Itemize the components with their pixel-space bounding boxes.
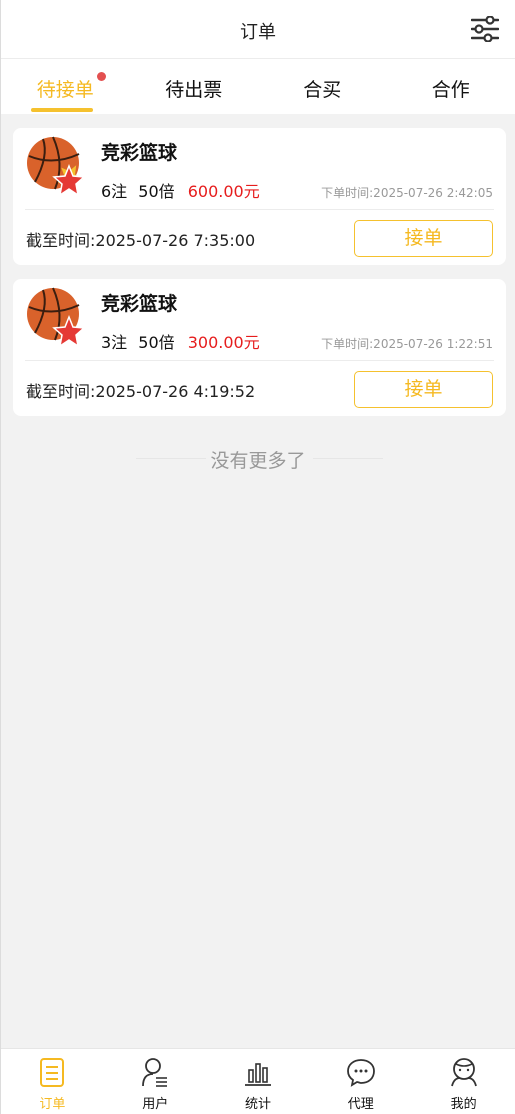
tab-label: 待接单 bbox=[36, 79, 94, 101]
order-icon bbox=[40, 1058, 65, 1087]
tab-label: 合作 bbox=[431, 79, 470, 101]
notification-dot bbox=[97, 72, 106, 81]
nav-item-mine[interactable]: 我的 bbox=[412, 1049, 515, 1114]
accept-order-button[interactable]: 接单 bbox=[354, 220, 493, 257]
tab-cooperation[interactable]: 合作 bbox=[387, 59, 515, 114]
nav-label: 订单 bbox=[39, 1097, 66, 1112]
lottery-name: 竞彩篮球 bbox=[101, 142, 178, 164]
basketball-logo-icon bbox=[27, 136, 86, 197]
multiplier: 50倍 bbox=[138, 182, 175, 201]
order-time: 下单时间:2025-07-26 1:22:51 bbox=[321, 337, 493, 351]
user-icon bbox=[142, 1058, 168, 1087]
order-summary: 6注 50倍 600.00元 bbox=[101, 178, 260, 202]
deadline-time: 截至时间:2025-07-26 7:35:00 bbox=[26, 231, 256, 250]
order-amount: 600.00元 bbox=[187, 182, 260, 201]
lottery-name: 竞彩篮球 bbox=[101, 293, 178, 315]
order-card[interactable]: 竞彩篮球 3注 50倍 300.00元 下单时间:2025-07-26 1:22… bbox=[13, 279, 506, 416]
basketball-logo-icon bbox=[27, 287, 86, 348]
order-amount: 300.00元 bbox=[187, 333, 260, 352]
nav-label: 我的 bbox=[450, 1097, 477, 1112]
order-tabs: 待接单 待出票 合买 合作 bbox=[1, 59, 515, 114]
nav-item-stats[interactable]: 统计 bbox=[207, 1049, 310, 1114]
tab-pending-ticket[interactable]: 待出票 bbox=[130, 59, 259, 114]
tab-pending-accept[interactable]: 待接单 bbox=[1, 59, 130, 114]
accept-order-button[interactable]: 接单 bbox=[354, 371, 493, 408]
divider bbox=[25, 209, 494, 210]
top-bar: 订单 bbox=[1, 0, 515, 59]
tab-label: 合买 bbox=[303, 79, 342, 101]
order-card[interactable]: 竞彩篮球 6注 50倍 600.00元 下单时间:2025-07-26 2:42… bbox=[13, 128, 506, 265]
page-title: 订单 bbox=[240, 22, 276, 43]
order-time: 下单时间:2025-07-26 2:42:05 bbox=[321, 186, 493, 200]
no-more-text: 没有更多了 bbox=[210, 450, 306, 472]
nav-item-users[interactable]: 用户 bbox=[104, 1049, 207, 1114]
chat-icon bbox=[346, 1059, 375, 1087]
nav-label: 统计 bbox=[244, 1097, 271, 1112]
deadline-time: 截至时间:2025-07-26 4:19:52 bbox=[26, 382, 256, 401]
tab-group-buy[interactable]: 合买 bbox=[258, 59, 387, 114]
tab-label: 待出票 bbox=[165, 79, 223, 101]
stats-icon bbox=[244, 1063, 271, 1086]
bet-count: 6注 bbox=[101, 182, 128, 201]
filter-settings-icon[interactable] bbox=[470, 15, 500, 43]
bottom-nav: 订单 用户 统计 代理 我的 bbox=[1, 1048, 515, 1114]
nav-label: 代理 bbox=[347, 1097, 374, 1112]
nav-item-agents[interactable]: 代理 bbox=[309, 1049, 412, 1114]
profile-icon bbox=[450, 1058, 477, 1087]
multiplier: 50倍 bbox=[138, 333, 175, 352]
nav-label: 用户 bbox=[142, 1097, 169, 1112]
nav-item-orders[interactable]: 订单 bbox=[1, 1049, 104, 1114]
bet-count: 3注 bbox=[101, 333, 128, 352]
order-summary: 3注 50倍 300.00元 bbox=[101, 329, 260, 353]
divider bbox=[25, 360, 494, 361]
